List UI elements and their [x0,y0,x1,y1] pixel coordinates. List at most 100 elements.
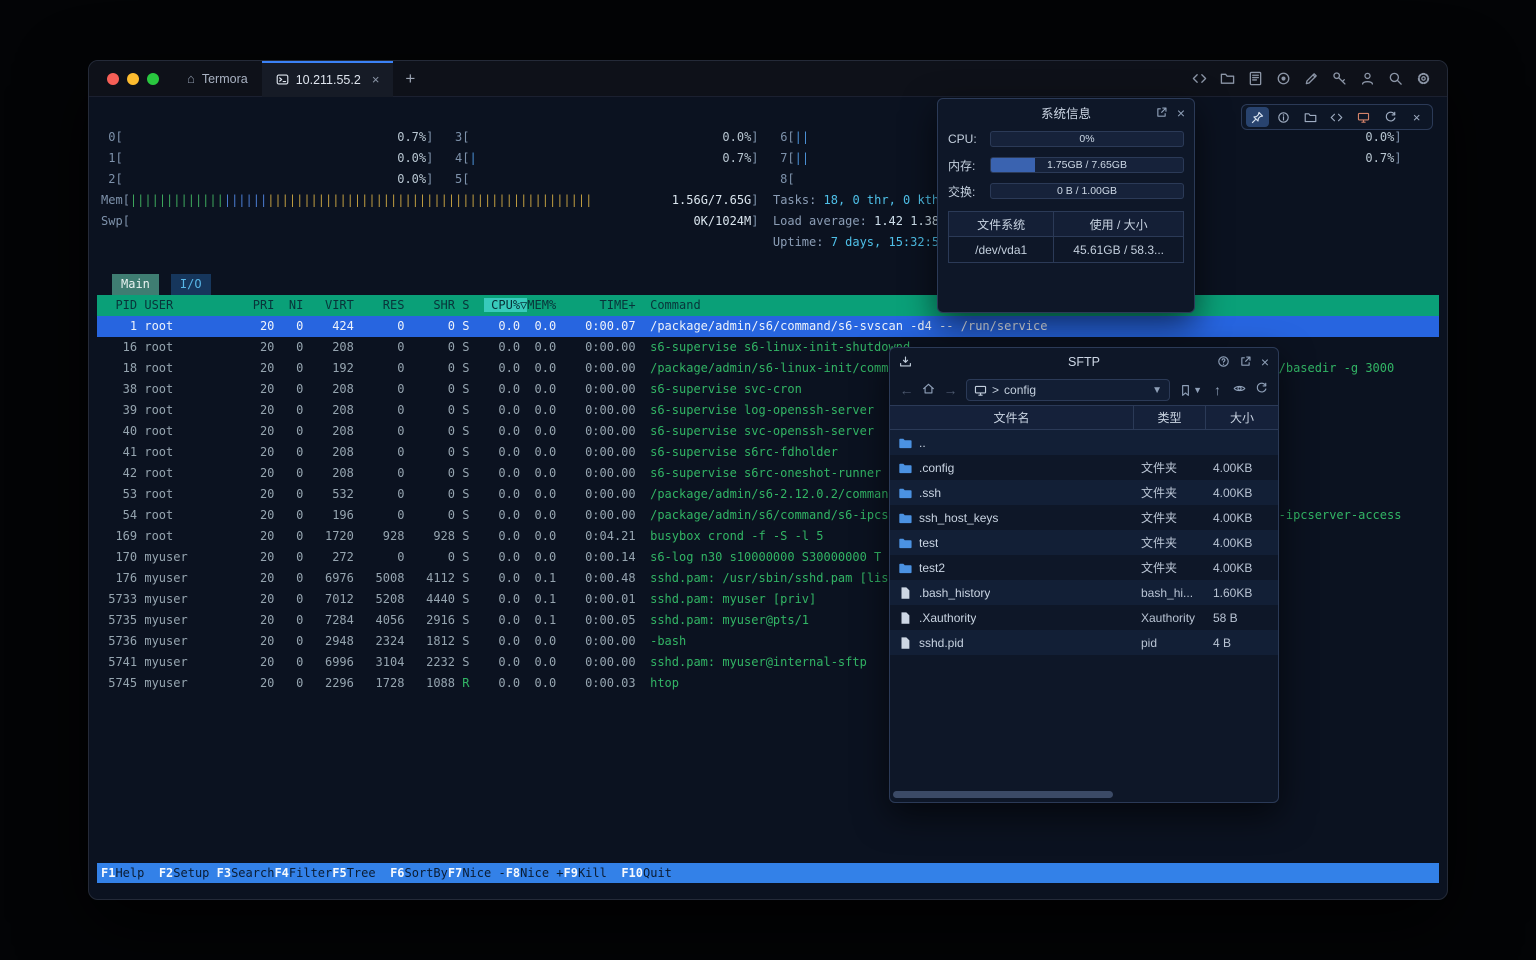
fkey-F8[interactable]: F8Nice + [506,866,564,880]
column-header-type[interactable]: 类型 [1134,406,1206,429]
process-header-row: PID USER PRI NI VIRT RES SHR S CPU%▽MEM%… [97,295,1439,316]
close-icon[interactable]: × [1177,106,1185,120]
file-size: 4.00KB [1206,555,1278,580]
record-icon[interactable] [1276,71,1291,86]
file-row[interactable]: .bash_historybash_hi...1.60KB [890,580,1278,605]
folder-icon[interactable] [1299,107,1322,127]
fkey-F6[interactable]: F6SortBy [390,866,448,880]
file-row[interactable]: test文件夹4.00KB [890,530,1278,555]
new-tab-button[interactable]: + [393,69,427,89]
file-type: 文件夹 [1134,480,1206,505]
file-name-cell: .bash_history [890,580,1134,605]
horizontal-scrollbar[interactable] [893,791,1275,798]
column-header-name[interactable]: 文件名 [890,406,1134,429]
column-header-size[interactable]: 大小 [1206,406,1278,429]
fkey-F9[interactable]: F9Kill [564,866,622,880]
window-controls [89,73,173,85]
file-row[interactable]: .config文件夹4.00KB [890,455,1278,480]
minimize-window-button[interactable] [127,73,139,85]
fkey-F4[interactable]: F4Filter [274,866,332,880]
close-icon[interactable]: × [1405,107,1428,127]
external-link-icon[interactable] [1155,106,1168,119]
back-icon[interactable]: ← [897,382,916,398]
fkey-F5[interactable]: F5Tree [332,866,390,880]
zoom-window-button[interactable] [147,73,159,85]
file-name: .bash_history [919,586,990,600]
fkey-F1[interactable]: F1Help [101,866,159,880]
uptime-row: Uptime: 7 days, 15:32:54 [97,232,1439,253]
tab-host-10-211-55-2[interactable]: 10.211.55.2 × [262,61,394,97]
file-row[interactable]: ssh_host_keys文件夹4.00KB [890,505,1278,530]
pin-icon[interactable] [1246,107,1269,127]
fkey-F10[interactable]: F10Quit [621,866,686,880]
close-tab-icon[interactable]: × [372,72,380,87]
address-bar[interactable]: > config ▼ [966,379,1170,401]
close-icon[interactable]: × [1261,355,1269,369]
close-window-button[interactable] [107,73,119,85]
file-row[interactable]: .ssh文件夹4.00KB [890,480,1278,505]
code-icon[interactable] [1325,107,1348,127]
metric-row: 交换:0 B / 1.00GB [938,178,1194,204]
metric-progress-bar: 0% [990,131,1184,147]
bookmark-icon [1179,384,1192,397]
swap-meter-row: Swp[ 0K/1024M] Load average: 1.42 1.38 1… [97,211,1439,232]
terminal-icon [276,73,289,86]
help-icon[interactable] [1217,355,1230,368]
file-type: 文件夹 [1134,505,1206,530]
fkey-F2[interactable]: F2Setup [159,866,217,880]
scrollbar-thumb[interactable] [893,791,1113,798]
key-icon[interactable] [1332,71,1347,86]
settings-icon[interactable] [1416,71,1431,86]
column-header[interactable]: 使用 / 大小 [1054,212,1183,236]
file-type: pid [1134,630,1206,655]
info-icon[interactable] [1272,107,1295,127]
breadcrumb-separator: > [992,383,999,397]
sftp-panel: SFTP × ← → > config ▼ ▼ ↑ [889,347,1279,803]
show-hidden-eye-icon[interactable] [1230,382,1249,398]
file-name: sshd.pid [919,636,964,650]
file-size: 58 B [1206,605,1278,630]
process-row[interactable]: 1 root 20 0 424 0 0 S 0.0 0.0 0:00.07 /p… [97,316,1439,337]
file-row[interactable]: test2文件夹4.00KB [890,555,1278,580]
metric-label: CPU: [948,132,982,146]
tab-termora-home[interactable]: ⌂ Termora [173,61,262,97]
column-header[interactable]: 文件系统 [949,212,1054,236]
titlebar-actions [1192,71,1447,86]
metric-value: 0% [991,132,1183,146]
file-list: ...config文件夹4.00KB.ssh文件夹4.00KBssh_host_… [890,430,1278,655]
external-link-icon[interactable] [1239,355,1252,368]
file-row[interactable]: .XauthorityXauthority58 B [890,605,1278,630]
fkey-F7[interactable]: F7Nice - [448,866,506,880]
file-row[interactable]: sshd.pidpid4 B [890,630,1278,655]
user-icon[interactable] [1360,71,1375,86]
file-name: test [919,536,938,550]
file-size: 4.00KB [1206,480,1278,505]
fkey-F3[interactable]: F3Search [217,866,275,880]
metric-label: 内存: [948,157,982,174]
remote-screen-icon[interactable] [1352,107,1375,127]
forward-icon[interactable]: → [941,382,960,398]
htop-tab-main[interactable]: Main [112,274,159,295]
process-table-header[interactable]: PID USER PRI NI VIRT RES SHR S CPU%▽MEM%… [97,295,1439,316]
tab-label: Termora [202,72,248,86]
folder-icon [898,511,912,525]
search-icon[interactable] [1388,71,1403,86]
edit-icon[interactable] [1304,71,1319,86]
disk-row[interactable]: /dev/vda145.61GB / 58.3... [949,237,1183,262]
file-name-cell: .ssh [890,480,1134,505]
code-icon[interactable] [1192,71,1207,86]
bookmark-button[interactable]: ▼ [1176,384,1205,397]
file-size [1206,430,1278,455]
folder-icon[interactable] [1220,71,1235,86]
chevron-down-icon[interactable]: ▼ [1152,385,1162,396]
refresh-icon[interactable] [1252,382,1271,398]
parent-dir-icon[interactable]: ↑ [1208,382,1227,398]
refresh-icon[interactable] [1379,107,1402,127]
htop-tab-io[interactable]: I/O [171,274,211,295]
file-type: 文件夹 [1134,555,1206,580]
file-row[interactable]: .. [890,430,1278,455]
home-icon: ⌂ [187,71,195,86]
folder-icon [898,436,912,450]
home-icon[interactable] [919,382,938,398]
notebook-icon[interactable] [1248,71,1263,86]
